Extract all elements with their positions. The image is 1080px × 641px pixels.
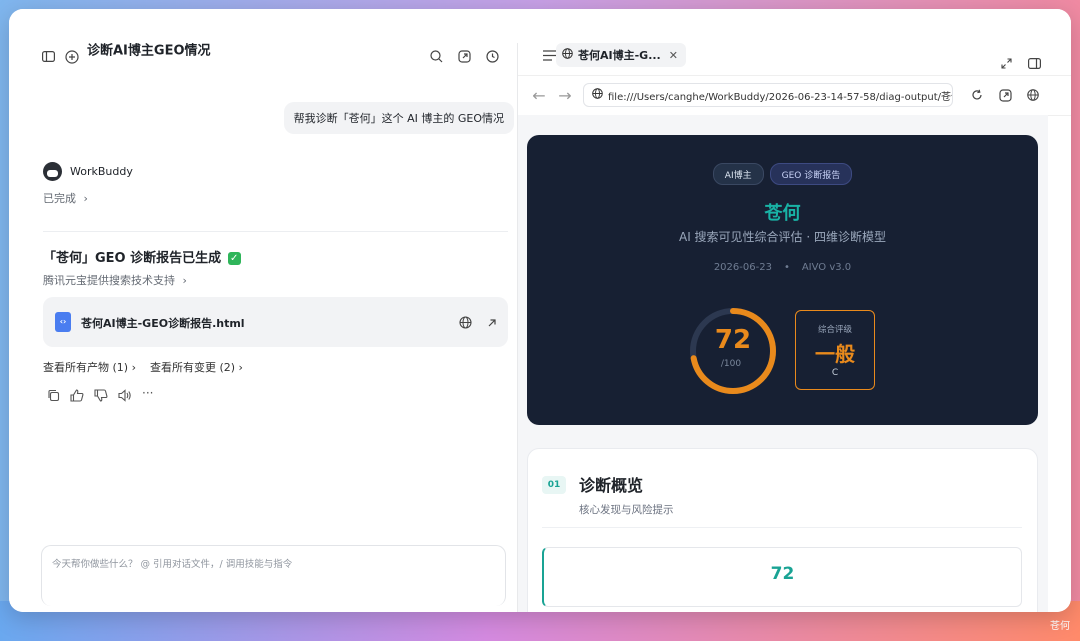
search-icon[interactable] — [429, 49, 443, 63]
grade-word: 一般 — [815, 342, 855, 366]
browser-tab[interactable]: 苍何AI博主-G... ✕ — [556, 43, 686, 67]
section-number: 01 — [542, 476, 566, 494]
divider — [542, 527, 1022, 528]
chat-pane: 诊断AI博主GEO情况 帮我诊断「苍何」这个 AI 博主的 GEO情况 Work… — [9, 9, 517, 612]
user-message-text: 帮我诊断「苍何」这个 AI 博主的 GEO情况 — [293, 112, 504, 125]
open-in-browser-icon[interactable] — [459, 314, 472, 333]
score-max: /100 — [720, 359, 742, 369]
thumbs-down-icon[interactable] — [94, 387, 108, 406]
report-version: AIVO v3.0 — [801, 262, 852, 273]
report-subtitle: AI 搜索可见性综合评估 · 四维诊断模型 — [678, 230, 886, 244]
overview-section: 01 诊断概览 核心发现与风险提示 72 — [527, 448, 1038, 612]
file-card[interactable]: ‹› 苍何AI博主-GEO诊断报告.html — [43, 297, 508, 347]
section-subtitle: 核心发现与风险提示 — [579, 504, 674, 516]
menu-icon[interactable] — [542, 48, 556, 62]
card-score: 72 — [770, 564, 795, 584]
section-title: 诊断概览 — [579, 476, 644, 495]
view-artifacts-link[interactable]: 查看所有产物 (1) › — [43, 359, 136, 375]
reload-icon[interactable] — [970, 88, 984, 102]
more-icon[interactable]: ··· — [142, 387, 153, 406]
user-message-bubble: 帮我诊断「苍何」这个 AI 博主的 GEO情况 — [283, 102, 514, 134]
grade-label: 综合评级 — [817, 325, 852, 335]
close-icon[interactable]: ✕ — [669, 49, 678, 62]
grade-letter: C — [831, 368, 839, 378]
report-hero: AI博主 GEO 诊断报告 苍何 AI 搜索可见性综合评估 · 四维诊断模型 2… — [527, 135, 1038, 425]
speaker-icon[interactable] — [118, 387, 132, 406]
external-link-icon[interactable] — [486, 314, 498, 333]
report-heading: 「苍何」GEO 诊断报告已生成 ✓ — [43, 247, 241, 266]
browser-pane: 苍何AI博主-G... ✕ ← → file:///Users/canghe/W… — [518, 9, 1071, 612]
tag-badge: AI博主 — [712, 163, 764, 185]
chat-title: 诊断AI博主GEO情况 — [87, 43, 211, 59]
score-value: 72 — [714, 325, 752, 355]
sidebar-toggle-icon[interactable] — [41, 49, 55, 63]
report-meta: 2026-06-23 • AIVO v3.0 — [713, 262, 852, 273]
back-icon[interactable]: ← — [532, 86, 546, 105]
forward-icon[interactable]: → — [558, 86, 572, 105]
web-viewport[interactable]: AI博主 GEO 诊断报告 苍何 AI 搜索可见性综合评估 · 四维诊断模型 2… — [518, 115, 1048, 612]
assistant-name: WorkBuddy — [70, 165, 133, 178]
file-name: 苍何AI博主-GEO诊断报告.html — [81, 317, 245, 330]
watermark: 苍何 — [1050, 621, 1070, 632]
report-date: 2026-06-23 — [713, 262, 772, 273]
globe-settings-icon[interactable] — [1026, 88, 1040, 102]
tag-badge: GEO 诊断报告 — [769, 163, 853, 185]
address-bar: ← → file:///Users/canghe/WorkBuddy/2026-… — [518, 75, 1071, 116]
status-text: 已完成 — [43, 192, 76, 205]
chevron-right-icon: › — [182, 274, 187, 287]
history-icon[interactable] — [485, 49, 499, 63]
new-chat-icon[interactable] — [64, 49, 80, 65]
globe-icon — [562, 48, 573, 62]
app-window: 诊断AI博主GEO情况 帮我诊断「苍何」这个 AI 博主的 GEO情况 Work… — [9, 9, 1071, 612]
report-heading-text: 「苍何」GEO 诊断报告已生成 — [43, 251, 222, 266]
avatar — [43, 162, 62, 181]
status-toggle[interactable]: 已完成 › — [43, 190, 88, 206]
assistant-header: WorkBuddy — [43, 162, 133, 181]
html-file-icon: ‹› — [55, 312, 71, 332]
copy-icon[interactable] — [47, 387, 60, 406]
powered-by-text: 腾讯元宝提供搜索技术支持 — [43, 274, 175, 287]
report-subject-name: 苍何 — [764, 203, 801, 224]
tab-title: 苍何AI博主-G... — [578, 49, 661, 62]
globe-icon — [592, 88, 603, 102]
url-field[interactable]: file:///Users/canghe/WorkBuddy/2026-06-2… — [583, 83, 953, 107]
divider — [43, 231, 508, 232]
url-text: file:///Users/canghe/WorkBuddy/2026-06-2… — [608, 91, 953, 103]
panel-toggle-icon[interactable] — [1027, 56, 1041, 70]
chat-input-placeholder: 今天帮你做些什么？ @ 引用对话文件，/ 调用技能与指令 — [52, 559, 293, 570]
view-changes-link[interactable]: 查看所有变更 (2) › — [150, 359, 243, 375]
chat-input[interactable]: 今天帮你做些什么？ @ 引用对话文件，/ 调用技能与指令 — [41, 545, 506, 606]
open-external-icon[interactable] — [998, 88, 1012, 102]
powered-by-link[interactable]: 腾讯元宝提供搜索技术支持 › — [43, 272, 187, 288]
score-card: 72 — [542, 547, 1022, 607]
share-icon[interactable] — [457, 49, 471, 63]
grade-card: 综合评级 一般 C — [795, 310, 875, 390]
check-icon: ✓ — [227, 252, 241, 265]
chevron-right-icon: › — [83, 192, 88, 205]
expand-icon[interactable] — [999, 56, 1013, 70]
thumbs-up-icon[interactable] — [70, 387, 84, 406]
